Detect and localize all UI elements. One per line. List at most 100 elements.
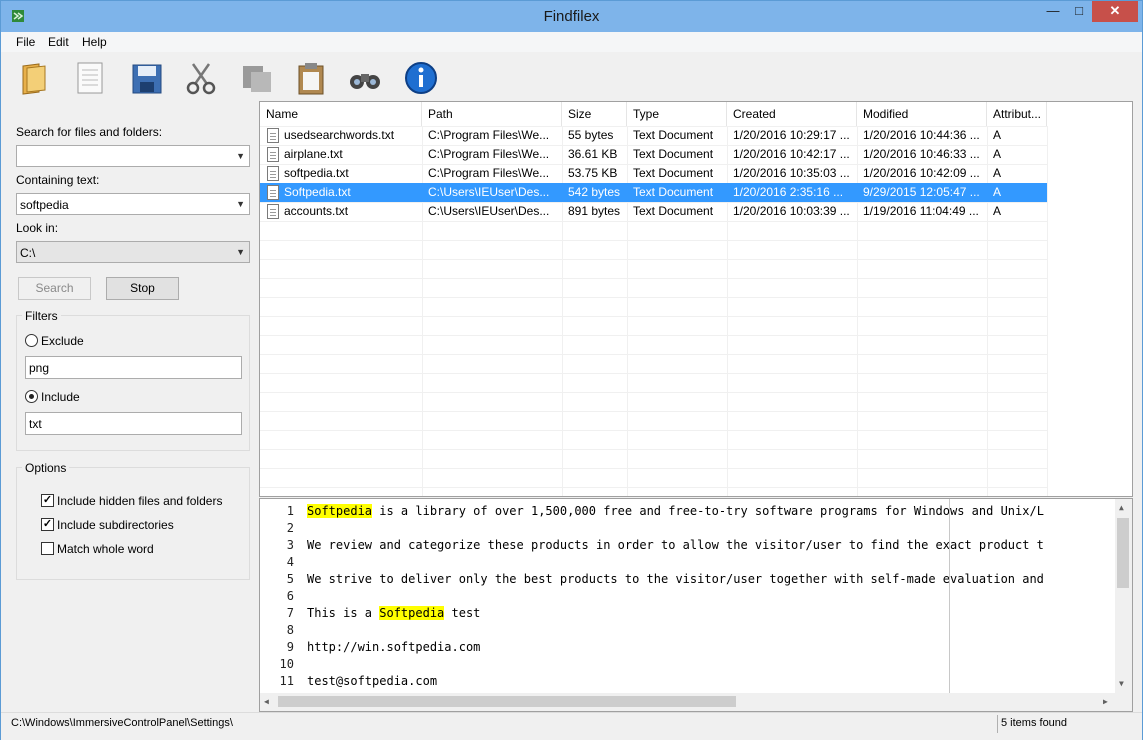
line-text: We review and categorize these products …: [307, 538, 1044, 552]
exclude-input[interactable]: png: [25, 356, 242, 379]
look-in-label: Look in:: [16, 221, 59, 235]
find-icon[interactable]: [347, 60, 383, 96]
match-whole-word-checkbox[interactable]: [41, 542, 54, 555]
vertical-scroll-thumb[interactable]: [1117, 518, 1129, 588]
scroll-up-icon[interactable]: ▲: [1119, 503, 1124, 512]
search-highlight: Softpedia: [307, 504, 373, 518]
vertical-scrollbar[interactable]: ▲ ▼: [1115, 499, 1132, 693]
hidden-files-checkbox[interactable]: ✓: [41, 494, 54, 507]
maximize-button[interactable]: □: [1066, 1, 1092, 22]
save-icon[interactable]: [129, 60, 165, 96]
scroll-left-icon[interactable]: ◀: [264, 697, 269, 706]
column-name[interactable]: Name: [260, 102, 422, 126]
cell-type: Text Document: [633, 166, 714, 180]
cell-modified: 1/20/2016 10:44:36 ...: [863, 128, 980, 142]
cell-modified: 1/19/2016 11:04:49 ...: [863, 204, 979, 218]
menu-file[interactable]: File: [16, 35, 35, 49]
subdirectories-label: Include subdirectories: [57, 518, 174, 532]
table-row[interactable]: Softpedia.txt C:\Users\IEUser\Des... 542 b…: [260, 183, 1047, 202]
open-folder-icon[interactable]: [17, 60, 53, 96]
text-file-icon: [267, 147, 279, 162]
column-size[interactable]: Size: [562, 102, 627, 126]
include-radio[interactable]: [25, 390, 38, 403]
line-text: test@softpedia.com: [307, 674, 438, 688]
subdirectories-checkbox[interactable]: ✓: [41, 518, 54, 531]
app-window: Findfilex — □ ✕ File Edit Help Search fo…: [0, 0, 1143, 740]
cut-icon[interactable]: [183, 60, 219, 96]
line-number: 11: [279, 674, 294, 688]
paste-icon[interactable]: [293, 60, 329, 96]
cell-type: Text Document: [633, 147, 714, 161]
grid-row-line: [260, 316, 1047, 317]
cell-created: 1/20/2016 10:35:03 ...: [733, 166, 850, 180]
column-type[interactable]: Type: [627, 102, 727, 126]
chevron-down-icon[interactable]: ▼: [236, 199, 245, 209]
copy-icon[interactable]: [239, 60, 275, 96]
exclude-value: png: [29, 361, 50, 375]
scroll-down-icon[interactable]: ▼: [1119, 679, 1124, 688]
table-row[interactable]: accounts.txt C:\Users\IEUser\Des... 891 by…: [260, 202, 1047, 221]
match-whole-word-label: Match whole word: [57, 542, 154, 556]
right-margin-line: [949, 499, 950, 693]
window-title: Findfilex: [543, 8, 600, 25]
menu-help[interactable]: Help: [82, 35, 107, 49]
cell-type: Text Document: [633, 128, 714, 142]
cell-modified: 9/29/2015 12:05:47 ...: [863, 185, 980, 199]
cell-size: 53.75 KB: [568, 166, 618, 180]
cell-path: C:\Program Files\We...: [428, 166, 550, 180]
stop-button[interactable]: Stop: [106, 277, 179, 300]
status-count: 5 items found: [1001, 717, 1068, 729]
line-number: 5: [286, 572, 294, 586]
chevron-down-icon[interactable]: ▼: [236, 247, 245, 257]
results-list[interactable]: Name Path Size Type Created Modified Att…: [259, 101, 1133, 497]
options-title: Options: [22, 461, 70, 475]
preview-line: test@softpedia.com: [307, 674, 437, 688]
line-text: test: [444, 606, 481, 620]
preview-line: This is a Softpedia test: [307, 606, 480, 620]
title-bar[interactable]: Findfilex — □ ✕: [1, 1, 1142, 32]
line-text: http://win.softpedia.com: [307, 640, 481, 654]
cell-path: C:\Users\IEUser\Des...: [428, 204, 550, 218]
horizontal-scroll-thumb[interactable]: [278, 696, 736, 707]
cell-attributes: A: [993, 204, 1002, 218]
table-row[interactable]: softpedia.txt C:\Program Files\We... 53.75…: [260, 164, 1047, 183]
containing-text-combo[interactable]: softpedia ▼: [16, 193, 250, 215]
line-number: 4: [286, 555, 294, 569]
line-number: 1: [286, 504, 294, 518]
line-number: 7: [286, 606, 294, 620]
include-input[interactable]: txt: [25, 412, 242, 435]
menu-edit[interactable]: Edit: [48, 35, 69, 49]
line-text: We strive to deliver only the best produ…: [307, 572, 1044, 586]
close-button[interactable]: ✕: [1092, 1, 1138, 22]
scroll-right-icon[interactable]: ▶: [1103, 697, 1108, 706]
cell-size: 36.61 KB: [568, 147, 618, 161]
new-document-icon[interactable]: [73, 60, 109, 96]
cell-created: 1/20/2016 10:42:17 ...: [733, 147, 850, 161]
chevron-down-icon[interactable]: ▼: [236, 151, 245, 161]
column-attributes[interactable]: Attribut...: [987, 102, 1047, 126]
search-combo[interactable]: ▼: [16, 145, 250, 167]
column-created[interactable]: Created: [727, 102, 857, 126]
file-preview[interactable]: 1 Softpedia is a library of over 1,500,00…: [259, 498, 1133, 712]
cell-size: 542 bytes: [568, 185, 621, 199]
table-row[interactable]: airplane.txt C:\Program Files\We... 36.61 …: [260, 145, 1047, 164]
cell-path: C:\Program Files\We...: [428, 147, 550, 161]
grid-column-line: [1047, 126, 1048, 496]
horizontal-scrollbar[interactable]: ◀ ▶: [260, 693, 1132, 711]
search-highlight: Softpedia: [379, 606, 445, 620]
look-in-combo[interactable]: C:\ ▼: [16, 241, 250, 263]
line-text: This is a: [307, 606, 380, 620]
grid-row-line: [260, 354, 1047, 355]
info-icon[interactable]: [403, 60, 439, 96]
minimize-button[interactable]: —: [1040, 1, 1066, 22]
line-number: 2: [286, 521, 294, 535]
list-header: Name Path Size Type Created Modified Att…: [260, 102, 1132, 126]
grid-row-line: [260, 430, 1047, 431]
column-path[interactable]: Path: [422, 102, 562, 126]
line-number: 6: [286, 589, 294, 603]
column-modified[interactable]: Modified: [857, 102, 987, 126]
search-button[interactable]: Search: [18, 277, 91, 300]
table-row[interactable]: usedsearchwords.txt C:\Program Files\We..…: [260, 126, 1047, 145]
cell-size: 891 bytes: [568, 204, 621, 218]
exclude-radio[interactable]: [25, 334, 38, 347]
